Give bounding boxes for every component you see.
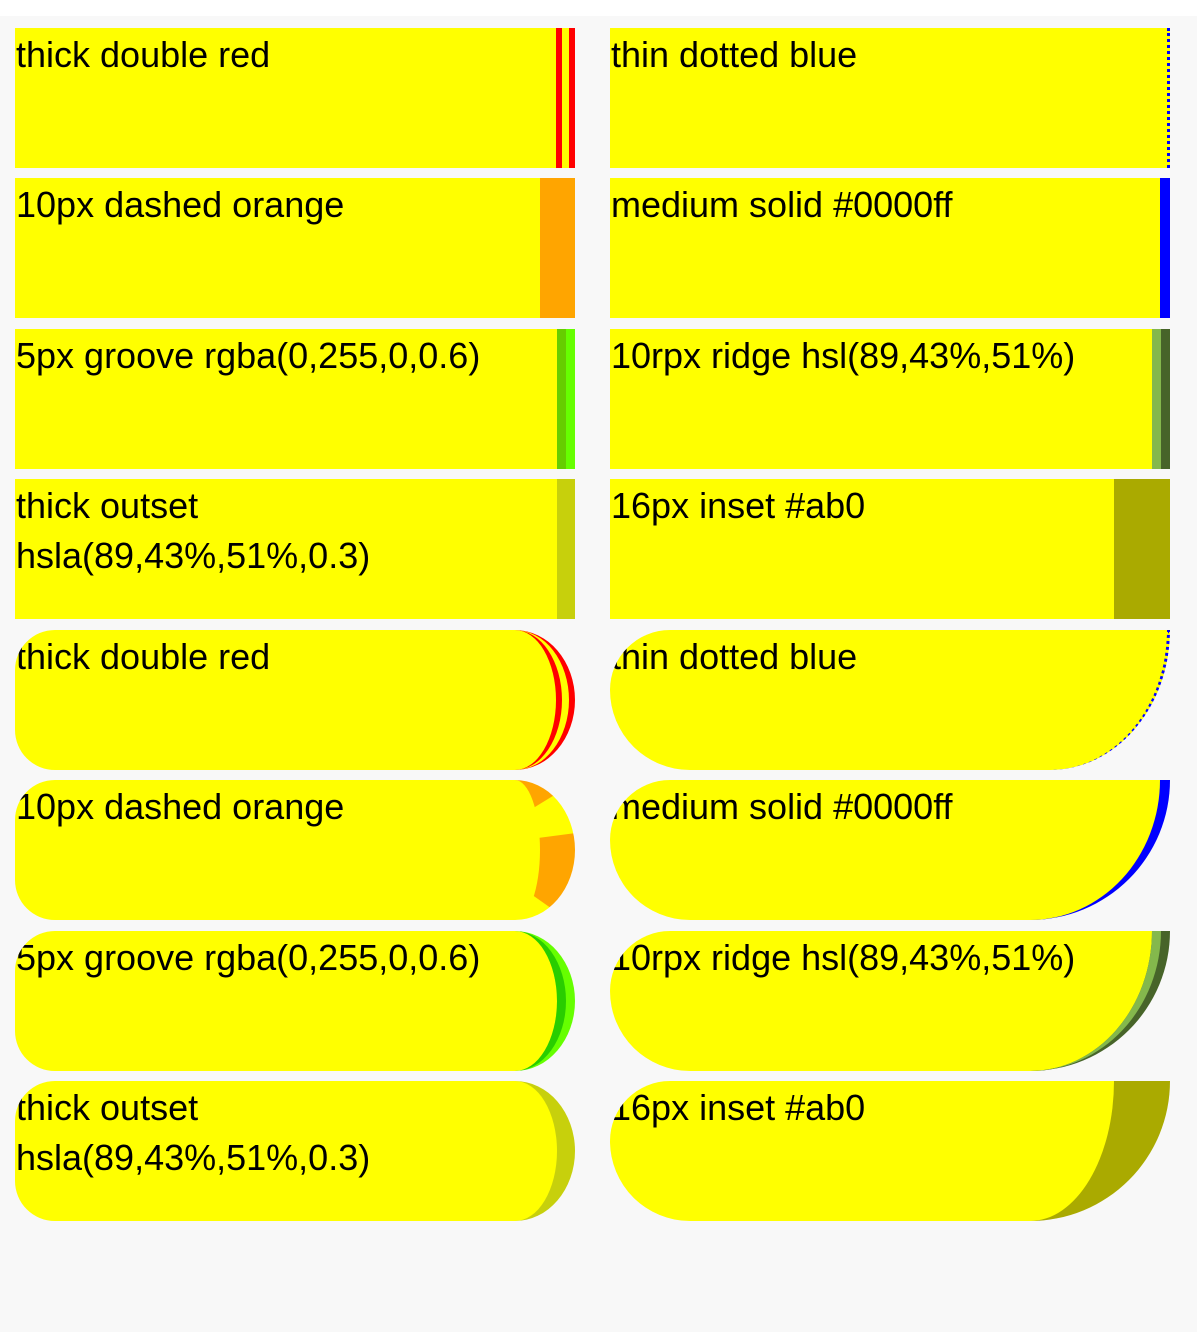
border-box-label: 16px inset #ab0 [611,485,866,526]
border-box-5px-groove-green: 5px groove rgba(0,255,0,0.6) [15,329,575,469]
rounded-box-5px-groove-green: 5px groove rgba(0,255,0,0.6) [15,931,575,1071]
border-box-label: thick double red [16,34,271,75]
border-box-label: thin dotted blue [611,636,858,677]
border-box-medium-solid-blue: medium solid #0000ff [610,178,1170,318]
border-box-label: 10px dashed orange [16,786,345,827]
rounded-box-10px-dashed-orange: 10px dashed orange [15,780,575,920]
rounded-box-thick-outset-hsla: thick outset hsla(89,43%,51%,0.3) [15,1081,575,1221]
rounded-box-thin-dotted-blue: thin dotted blue [610,630,1170,770]
border-box-10px-dashed-orange: 10px dashed orange [15,178,575,318]
border-box-label: 10rpx ridge hsl(89,43%,51%) [611,335,1076,376]
page-viewport: thick double red thin dotted blue 10px d… [0,0,1197,1332]
rounded-box-16px-inset-ab0: 16px inset #ab0 [610,1081,1170,1221]
border-box-16px-inset-ab0: 16px inset #ab0 [610,479,1170,619]
border-box-label: thick outset hsla(89,43%,51%,0.3) [16,485,371,576]
border-box-label: 16px inset #ab0 [611,1087,866,1128]
rounded-box-thick-double-red: thick double red [15,630,575,770]
border-box-10rpx-ridge-hsl: 10rpx ridge hsl(89,43%,51%) [610,329,1170,469]
border-box-label: thick outset hsla(89,43%,51%,0.3) [16,1087,371,1178]
border-box-label: thick double red [16,636,271,677]
border-box-label: 10rpx ridge hsl(89,43%,51%) [611,937,1076,978]
border-box-label: medium solid #0000ff [611,184,953,225]
rounded-box-10rpx-ridge-hsl: 10rpx ridge hsl(89,43%,51%) [610,931,1170,1071]
border-box-label: 10px dashed orange [16,184,345,225]
border-demo-grid: thick double red thin dotted blue 10px d… [0,0,1197,1332]
border-box-thin-dotted-blue: thin dotted blue [610,28,1170,168]
border-box-label: 5px groove rgba(0,255,0,0.6) [16,937,481,978]
border-box-label: 5px groove rgba(0,255,0,0.6) [16,335,481,376]
border-box-label: medium solid #0000ff [611,786,953,827]
border-box-label: thin dotted blue [611,34,858,75]
border-box-thick-double-red: thick double red [15,28,575,168]
rounded-box-medium-solid-blue: medium solid #0000ff [610,780,1170,920]
border-box-thick-outset-hsla: thick outset hsla(89,43%,51%,0.3) [15,479,575,619]
